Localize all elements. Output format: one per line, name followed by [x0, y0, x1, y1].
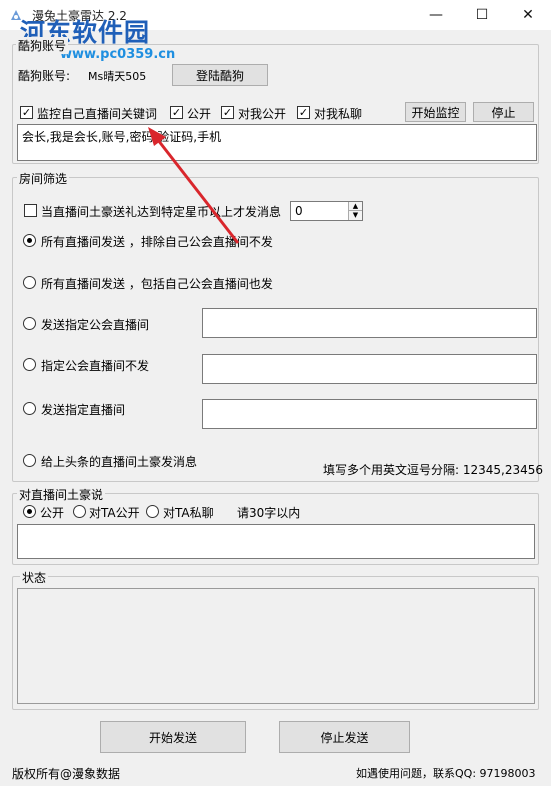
radio-specified-guild[interactable] [23, 317, 36, 330]
maximize-button[interactable]: ☐ [459, 0, 505, 30]
option-all-include-own-label: 所有直播间发送 ，包括自己公会直播间也发 [41, 277, 273, 291]
threshold-label: 当直播间土豪送礼达到特定星币以上才发消息 [41, 205, 282, 219]
to-me-public-label: 对我公开 [238, 107, 287, 121]
room-filter-group-label: 房间筛选 [17, 170, 70, 187]
account-label: 酷狗账号: [18, 69, 71, 83]
threshold-value: 0 [295, 204, 303, 218]
spin-up-icon[interactable]: ▲ [348, 202, 362, 211]
start-send-button[interactable]: 开始发送 [100, 721, 246, 753]
radio-mode-ta-public[interactable] [73, 505, 86, 518]
threshold-spinbox[interactable]: 0 ▲ ▼ [290, 201, 363, 221]
login-button[interactable]: 登陆酷狗 [172, 64, 268, 86]
threshold-checkbox[interactable] [24, 204, 37, 217]
close-button[interactable]: ✕ [505, 0, 551, 30]
option-headline-rooms-label: 给上头条的直播间土豪发消息 [41, 455, 198, 469]
keyword-monitor-checkbox[interactable]: ✓ [20, 106, 33, 119]
message-group-label: 对直播间土豪说 [17, 486, 106, 503]
to-me-public-checkbox[interactable]: ✓ [221, 106, 234, 119]
public-label: 公开 [187, 107, 212, 121]
stop-send-button[interactable]: 停止发送 [279, 721, 410, 753]
option-specified-guild-label: 发送指定公会直播间 [41, 318, 150, 332]
start-monitor-button[interactable]: 开始监控 [405, 102, 466, 122]
keywords-textarea[interactable]: 会长,我是会长,账号,密码,验证码,手机 [17, 124, 537, 161]
separator-hint: 填写多个用英文逗号分隔: 12345,23456 [323, 463, 544, 477]
keyword-monitor-label: 监控自己直播间关键词 [37, 107, 158, 121]
stop-monitor-button[interactable]: 停止 [473, 102, 534, 122]
radio-all-include-own[interactable] [23, 276, 36, 289]
radio-specified-room[interactable] [23, 402, 36, 415]
to-me-private-checkbox[interactable]: ✓ [297, 106, 310, 119]
spin-down-icon[interactable]: ▼ [348, 211, 362, 220]
radio-mode-public[interactable] [23, 505, 36, 518]
radio-exclude-guild[interactable] [23, 358, 36, 371]
specified-room-input[interactable] [202, 399, 537, 429]
contact-text: 如遇使用问题，联系QQ: 97198003 [356, 767, 536, 780]
exclude-guild-input[interactable] [202, 354, 537, 384]
mode-public-label: 公开 [40, 506, 65, 520]
mode-ta-public-label: 对TA公开 [89, 506, 140, 520]
account-value: Ms晴天505 [88, 70, 147, 83]
radio-headline-rooms[interactable] [23, 454, 36, 467]
public-checkbox[interactable]: ✓ [170, 106, 183, 119]
option-exclude-guild-label: 指定公会直播间不发 [41, 359, 150, 373]
radio-all-exclude-own[interactable] [23, 234, 36, 247]
account-group-label: 酷狗账号 [16, 37, 69, 54]
to-me-private-label: 对我私聊 [314, 107, 363, 121]
message-input[interactable] [17, 524, 535, 559]
status-log[interactable] [17, 588, 535, 704]
copyright-text: 版权所有@漫象数据 [12, 767, 121, 781]
option-all-exclude-own-label: 所有直播间发送 ，排除自己公会直播间不发 [41, 235, 273, 249]
specified-guild-input[interactable] [202, 308, 537, 338]
status-group-label: 状态 [20, 569, 49, 586]
minimize-button[interactable]: — [413, 0, 459, 30]
length-limit-hint: 请30字以内 [237, 506, 301, 520]
radio-mode-ta-private[interactable] [146, 505, 159, 518]
option-specified-room-label: 发送指定直播间 [41, 403, 126, 417]
mode-ta-private-label: 对TA私聊 [163, 506, 214, 520]
